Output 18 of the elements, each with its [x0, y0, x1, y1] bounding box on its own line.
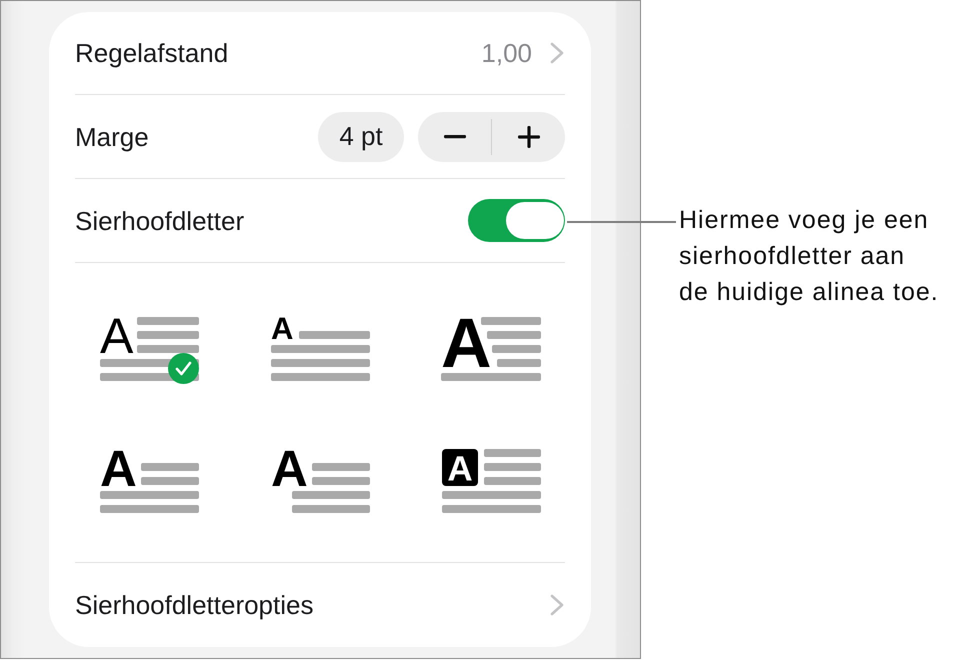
setting-value: 1,00	[481, 37, 532, 69]
drop-cap-style-option[interactable]: A	[441, 433, 541, 517]
chevron-icon[interactable]	[550, 594, 564, 616]
setting-label: Sierhoofdletteropties	[75, 589, 314, 621]
setting-label: Marge	[75, 120, 149, 152]
drop-cap-style-option[interactable]: A	[270, 433, 370, 517]
setting-label: Sierhoofdletter	[75, 204, 244, 236]
drop-cap-style-option[interactable]: A	[270, 301, 370, 385]
plus-icon	[518, 126, 540, 148]
checkmark-icon	[168, 353, 199, 384]
setting-label: Regelafstand	[75, 37, 228, 69]
drop-cap-style-option[interactable]: A	[100, 433, 200, 517]
drop-cap-style-option[interactable]: A	[441, 301, 541, 385]
value-field[interactable]: 4 pt	[318, 112, 404, 162]
minus-icon	[444, 134, 466, 138]
chevron-icon[interactable]	[550, 42, 564, 64]
callout-text: Hiermee voeg je een sierhoofdletter aan de huidige alinea toe.	[679, 205, 939, 308]
toggle-switch[interactable]	[468, 199, 565, 242]
